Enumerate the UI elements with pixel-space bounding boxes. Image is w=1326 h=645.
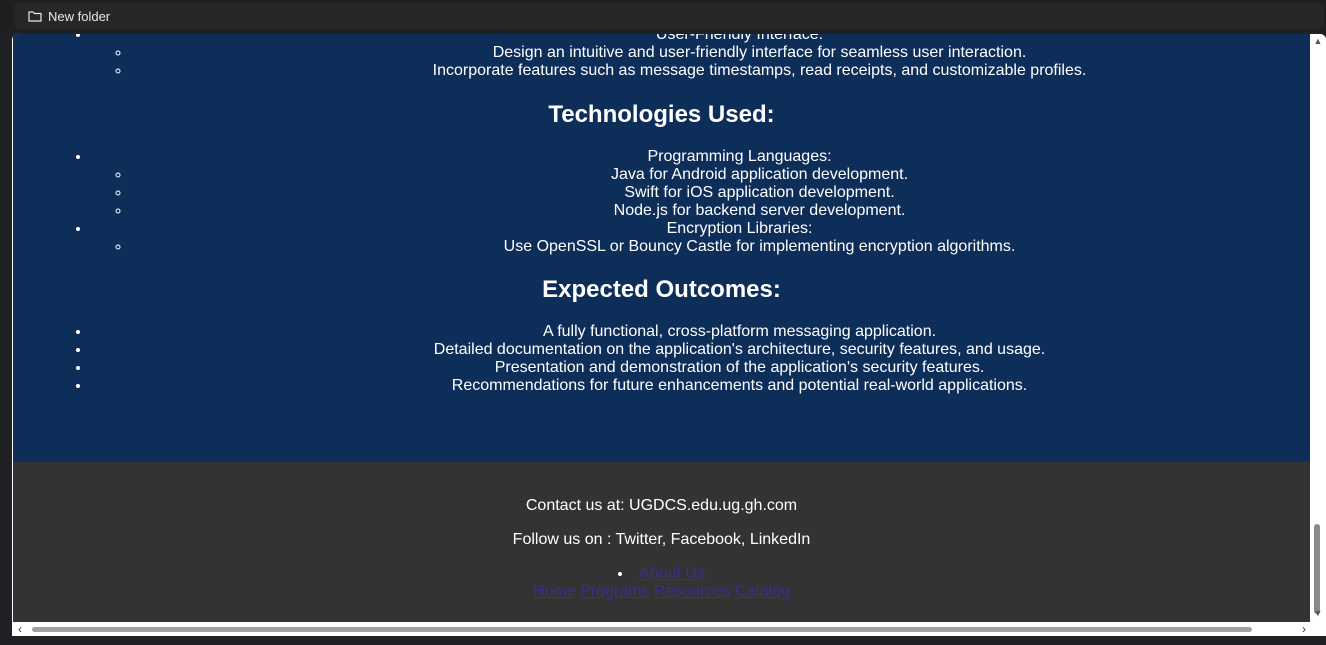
list-item-label: User-Friendly Interface:	[655, 34, 824, 43]
window-edge	[0, 32, 12, 645]
technologies-list: Programming Languages: Java for Android …	[13, 148, 1310, 256]
list-item: Presentation and demonstration of the ap…	[91, 359, 1310, 377]
vertical-scrollbar[interactable]: ▲ ▼	[1310, 34, 1326, 622]
list-item: Java for Android application development…	[131, 166, 1310, 184]
window-bottom-edge	[0, 636, 1326, 645]
list-item-label: Programming Languages:	[647, 148, 832, 165]
footer-about-list: About Us	[13, 565, 1310, 583]
nav-link-catalog[interactable]: Catalog	[735, 583, 790, 600]
bookmark-bar-container: New folder	[14, 3, 1324, 29]
main-content: User-Friendly Interface: Design an intui…	[13, 34, 1310, 462]
footer-social: Follow us on : Twitter, Facebook, Linked…	[512, 531, 811, 548]
nav-link-resources[interactable]: Resources	[654, 583, 730, 600]
bookmark-folder-label: New folder	[48, 8, 111, 24]
footer-nav: Home Programs Resources Catalog	[13, 583, 1310, 601]
scroll-down-icon[interactable]: ▼	[1313, 608, 1323, 618]
section-heading-technologies: Technologies Used:	[548, 101, 775, 128]
list-item: Node.js for backend server development.	[131, 202, 1310, 220]
list-item: Encryption Libraries: Use OpenSSL or Bou…	[91, 220, 1310, 256]
list-item: Incorporate features such as message tim…	[131, 62, 1310, 80]
scroll-right-icon[interactable]: ›	[1298, 623, 1310, 635]
nav-link-programs[interactable]: Programs	[580, 583, 649, 600]
vertical-scroll-thumb[interactable]	[1314, 524, 1320, 614]
sub-list: Use OpenSSL or Bouncy Castle for impleme…	[91, 238, 1310, 256]
list-item: Design an intuitive and user-friendly in…	[131, 44, 1310, 62]
sub-list: Java for Android application development…	[91, 166, 1310, 220]
scroll-left-icon[interactable]: ‹	[14, 623, 26, 635]
horizontal-scrollbar[interactable]: ‹ ›	[12, 622, 1326, 636]
footer-contact: Contact us at: UGDCS.edu.ug.gh.com	[525, 497, 798, 514]
list-item: Swift for iOS application development.	[131, 184, 1310, 202]
list-item: Detailed documentation on the applicatio…	[91, 341, 1310, 359]
list-item: Programming Languages: Java for Android …	[91, 148, 1310, 220]
nav-link-home[interactable]: Home	[533, 583, 576, 600]
list-item: User-Friendly Interface: Design an intui…	[91, 34, 1310, 80]
list-item: Recommendations for future enhancements …	[91, 377, 1310, 395]
section-heading-outcomes: Expected Outcomes:	[542, 276, 781, 303]
list-item: About Us	[13, 565, 1310, 583]
features-list: User-Friendly Interface: Design an intui…	[13, 34, 1310, 80]
sub-list: Design an intuitive and user-friendly in…	[91, 44, 1310, 80]
outcomes-list: A fully functional, cross-platform messa…	[13, 323, 1310, 395]
folder-icon	[28, 10, 42, 22]
list-item-label: Encryption Libraries:	[666, 220, 813, 237]
bookmarks-bar: New folder	[0, 0, 1326, 32]
page-footer: Contact us at: UGDCS.edu.ug.gh.com Follo…	[13, 462, 1310, 622]
bookmark-folder[interactable]: New folder	[28, 9, 110, 24]
scroll-up-icon[interactable]: ▲	[1313, 36, 1323, 46]
horizontal-scroll-thumb[interactable]	[32, 627, 1252, 632]
about-us-link[interactable]: About Us	[639, 565, 705, 582]
page-viewport: User-Friendly Interface: Design an intui…	[12, 34, 1326, 636]
list-item: Use OpenSSL or Bouncy Castle for impleme…	[131, 238, 1310, 256]
list-item: A fully functional, cross-platform messa…	[91, 323, 1310, 341]
